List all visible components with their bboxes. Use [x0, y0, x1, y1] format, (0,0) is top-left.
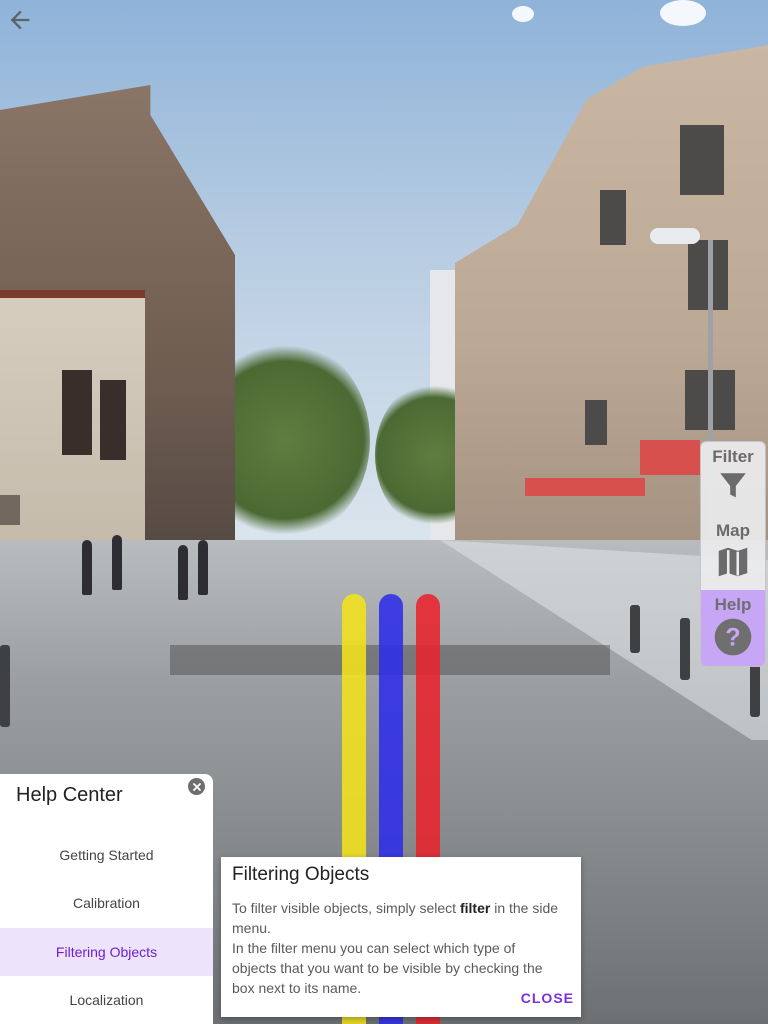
- bollard: [630, 605, 640, 653]
- side-menu-map[interactable]: Map: [701, 516, 765, 590]
- side-menu-help[interactable]: Help ?: [701, 590, 765, 666]
- pedestrian: [112, 535, 122, 590]
- dialog-title: Filtering Objects: [232, 864, 370, 885]
- back-button[interactable]: [4, 4, 36, 36]
- help-icon: ?: [714, 618, 752, 656]
- help-item-localization[interactable]: Localization: [0, 976, 213, 1024]
- window: [600, 190, 626, 245]
- help-center-title: Help Center: [16, 784, 123, 806]
- pedestrian: [198, 540, 208, 595]
- help-item-filtering-objects[interactable]: Filtering Objects: [0, 928, 213, 976]
- help-center-close-button[interactable]: [188, 778, 205, 795]
- help-item-calibration[interactable]: Calibration: [0, 879, 213, 927]
- map-icon: [718, 547, 748, 577]
- arrow-left-icon: [10, 10, 30, 30]
- filter-icon: [720, 473, 746, 498]
- window: [0, 495, 20, 525]
- bollard: [0, 645, 10, 727]
- shop-awning: [525, 478, 645, 496]
- dialog-body-emphasis: filter: [459, 900, 491, 916]
- side-menu-label: Map: [716, 521, 750, 540]
- cloud: [660, 0, 706, 26]
- pedestrian: [82, 540, 92, 595]
- street-lamp-head: [650, 228, 700, 244]
- svg-text:?: ?: [725, 623, 740, 651]
- close-icon: [192, 782, 201, 791]
- dialog-close-button[interactable]: CLOSE: [521, 990, 574, 1006]
- window: [585, 400, 607, 445]
- pedestrian: [178, 545, 188, 600]
- dialog-body: To filter visible objects, simply select…: [232, 898, 562, 998]
- dialog-body-text: To filter visible objects, simply select: [232, 900, 460, 916]
- help-center-panel: Help Center Getting Started Calibration …: [0, 774, 213, 1024]
- help-topic-dialog: Filtering Objects To filter visible obje…: [221, 857, 581, 1017]
- side-menu-filter[interactable]: Filter: [701, 442, 765, 516]
- dialog-body-text: In the filter menu you can select which …: [232, 940, 543, 996]
- bollard: [680, 618, 690, 680]
- side-menu: Filter Map Help ?: [700, 441, 766, 667]
- side-menu-label: Help: [714, 595, 752, 614]
- shop-sign: [640, 440, 700, 475]
- window: [100, 380, 126, 460]
- help-item-getting-started[interactable]: Getting Started: [0, 831, 213, 879]
- window: [62, 370, 92, 455]
- window: [680, 125, 724, 195]
- side-menu-label: Filter: [712, 447, 754, 466]
- cloud: [512, 6, 534, 22]
